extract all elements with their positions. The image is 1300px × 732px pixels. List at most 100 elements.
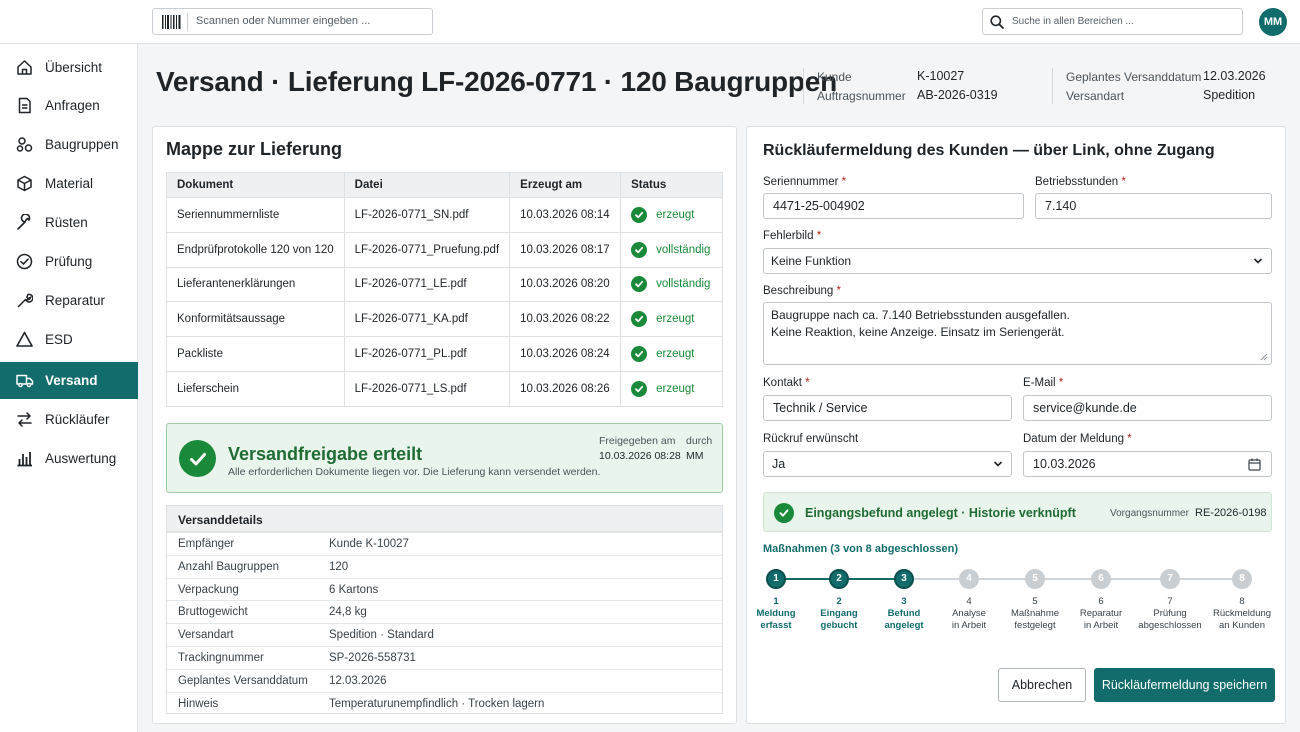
step-caption: 8 Rückmeldung an Kunden: [1212, 596, 1272, 631]
col-erzeugt: Erzeugt am: [509, 172, 622, 198]
document-table: Dokument Datei Erzeugt am Status Serienn…: [166, 172, 723, 407]
versanddetails: Versanddetails Empfänger Kunde K-10027 An…: [166, 505, 723, 714]
avatar[interactable]: MM: [1259, 8, 1287, 36]
release-banner: Versandfreigabe erteilt Alle erforderlic…: [166, 423, 723, 493]
check-icon: [631, 241, 648, 258]
contact-label: Kontakt *: [763, 377, 810, 389]
check-icon: [631, 276, 648, 293]
release-by: MM: [686, 450, 704, 462]
step-3: 3: [894, 569, 914, 589]
file-link[interactable]: LF-2026-0771_Pruefung.pdf: [343, 231, 511, 268]
vorgang-value: RE-2026-0198: [1195, 507, 1267, 519]
file-link[interactable]: LF-2026-0771_SN.pdf: [343, 197, 511, 233]
table-row[interactable]: Seriennummernliste LF-2026-0771_SN.pdf 1…: [166, 197, 723, 233]
table-row[interactable]: Packliste LF-2026-0771_PL.pdf 10.03.2026…: [166, 336, 723, 372]
contact-field[interactable]: Technik / Service: [763, 395, 1012, 421]
serial-field[interactable]: 4471-25-004902: [763, 193, 1024, 219]
step-caption: 4 Analyse in Arbeit: [951, 596, 987, 631]
callback-label: Rückruf erwünscht: [763, 433, 859, 445]
detail-row: Trackingnummer SP-2026-558731: [167, 646, 722, 669]
table-row[interactable]: Endprüfprotokolle 120 von 120 LF-2026-07…: [166, 231, 723, 268]
step-2: 2: [829, 569, 849, 589]
col-datei: Datei: [343, 172, 511, 198]
details-title: Versanddetails: [178, 513, 263, 527]
sidebar-item-pruefung[interactable]: Prüfung: [0, 243, 138, 280]
step-5: 5: [1025, 569, 1045, 589]
detail-row: Versandart Spedition · Standard: [167, 623, 722, 646]
fault-select[interactable]: Keine Funktion: [763, 248, 1272, 274]
vorgang-label: Vorgangsnummer: [1110, 508, 1189, 519]
sidebar-item-ruesten[interactable]: Rüsten: [0, 204, 138, 241]
assembly-icon: [16, 137, 33, 152]
auftrag-value: AB-2026-0319: [917, 88, 998, 102]
hours-label: Betriebsstunden *: [1035, 176, 1126, 188]
table-row[interactable]: Konformitätsaussage LF-2026-0771_KA.pdf …: [166, 301, 723, 338]
sidebar-item-anfragen[interactable]: Anfragen: [0, 87, 138, 124]
file-link[interactable]: LF-2026-0771_KA.pdf: [343, 301, 511, 338]
sidebar-item-reparatur[interactable]: Reparatur: [0, 282, 138, 319]
barcode-icon: [162, 15, 181, 29]
fault-label: Fehlerbild *: [763, 230, 822, 242]
hours-field[interactable]: 7.140: [1035, 193, 1272, 219]
sidebar-item-material[interactable]: Material: [0, 165, 138, 202]
serial-label: Seriennummer *: [763, 176, 847, 188]
table-row[interactable]: Lieferantenerklärungen LF-2026-0771_LE.p…: [166, 266, 723, 303]
page-title: Versand · Lieferung LF-2026-0771 · 120 B…: [156, 66, 838, 97]
file-link[interactable]: LF-2026-0771_LE.pdf: [343, 266, 511, 303]
sidebar-item-ruecklaeufer[interactable]: Rückläufer: [0, 401, 138, 438]
msgdate-label: Datum der Meldung *: [1023, 433, 1132, 445]
sidebar-item-uebersicht[interactable]: Übersicht: [0, 49, 138, 86]
chevron-down-icon: [1253, 258, 1263, 264]
sidebar-item-baugruppen[interactable]: Baugruppen: [0, 126, 138, 163]
box-icon: [17, 175, 32, 192]
file-link[interactable]: LF-2026-0771_PL.pdf: [343, 336, 511, 372]
status-badge: vollständig: [631, 241, 712, 258]
table-row[interactable]: Lieferschein LF-2026-0771_LS.pdf 10.03.2…: [166, 370, 723, 407]
top-bar: Scannen oder Nummer eingeben ... Suche i…: [0, 0, 1300, 44]
sidebar: Übersicht Anfragen Baugruppen Material R…: [0, 44, 138, 732]
mappe-title: Mappe zur Lieferung: [166, 139, 343, 159]
status-badge: erzeugt: [631, 346, 712, 363]
document-icon: [18, 97, 31, 114]
kunde-label: Kunde: [817, 70, 852, 84]
step-caption: 5 Maßnahme festgelegt: [1010, 596, 1060, 631]
resize-handle-icon[interactable]: [1260, 353, 1268, 361]
callback-select[interactable]: Ja: [763, 451, 1012, 477]
calendar-icon[interactable]: [1248, 458, 1261, 471]
swap-icon: [17, 412, 32, 427]
search-placeholder: Suche in allen Bereichen ...: [1012, 16, 1134, 27]
step-caption: 1 Meldung erfasst: [756, 596, 796, 631]
check-icon: [631, 346, 648, 363]
detail-row: Hinweis Temperaturunempfindlich · Trocken…: [167, 691, 722, 715]
sidebar-item-esd[interactable]: ESD: [0, 321, 138, 358]
step-1: 1: [766, 569, 786, 589]
status-badge: erzeugt: [631, 380, 712, 397]
sidebar-item-versand[interactable]: Versand: [0, 362, 138, 399]
msgdate-field[interactable]: 10.03.2026: [1023, 451, 1272, 477]
status-badge: vollständig: [631, 276, 712, 293]
wrench-icon: [17, 214, 31, 230]
cancel-button[interactable]: Abbrechen: [998, 668, 1086, 702]
file-link[interactable]: LF-2026-0771_LS.pdf: [343, 370, 511, 407]
detail-row: Verpackung 6 Kartons: [167, 577, 722, 601]
detail-row: Geplantes Versanddatum 12.03.2026: [167, 668, 722, 692]
email-field[interactable]: service@kunde.de: [1023, 395, 1272, 421]
save-button[interactable]: Rückläufermeldung speichern: [1094, 668, 1275, 702]
scan-input[interactable]: Scannen oder Nummer eingeben ...: [152, 8, 433, 35]
befund-info: Eingangsbefund angelegt · Historie verkn…: [763, 492, 1272, 532]
kunde-value: K-10027: [917, 69, 965, 83]
step-caption: 6 Reparatur in Arbeit: [1079, 596, 1123, 631]
versanddatum-label: Geplantes Versanddatum: [1066, 70, 1202, 84]
desc-label: Beschreibung *: [763, 285, 842, 297]
sidebar-item-auswertung[interactable]: Auswertung: [0, 440, 138, 477]
befund-title: Eingangsbefund angelegt · Historie verkn…: [805, 506, 1076, 520]
search-input[interactable]: Suche in allen Bereichen ...: [982, 8, 1243, 35]
email-label: E-Mail *: [1023, 377, 1064, 389]
bar-chart-icon: [17, 452, 32, 467]
description-textarea[interactable]: Baugruppe nach ca. 7.140 Betriebsstunden…: [763, 302, 1272, 365]
auftrag-label: Auftragsnummer: [817, 89, 906, 103]
truck-icon: [16, 374, 34, 388]
release-title: Versandfreigabe erteilt: [228, 444, 423, 464]
step-6: 6: [1091, 569, 1111, 589]
check-icon: [631, 380, 648, 397]
